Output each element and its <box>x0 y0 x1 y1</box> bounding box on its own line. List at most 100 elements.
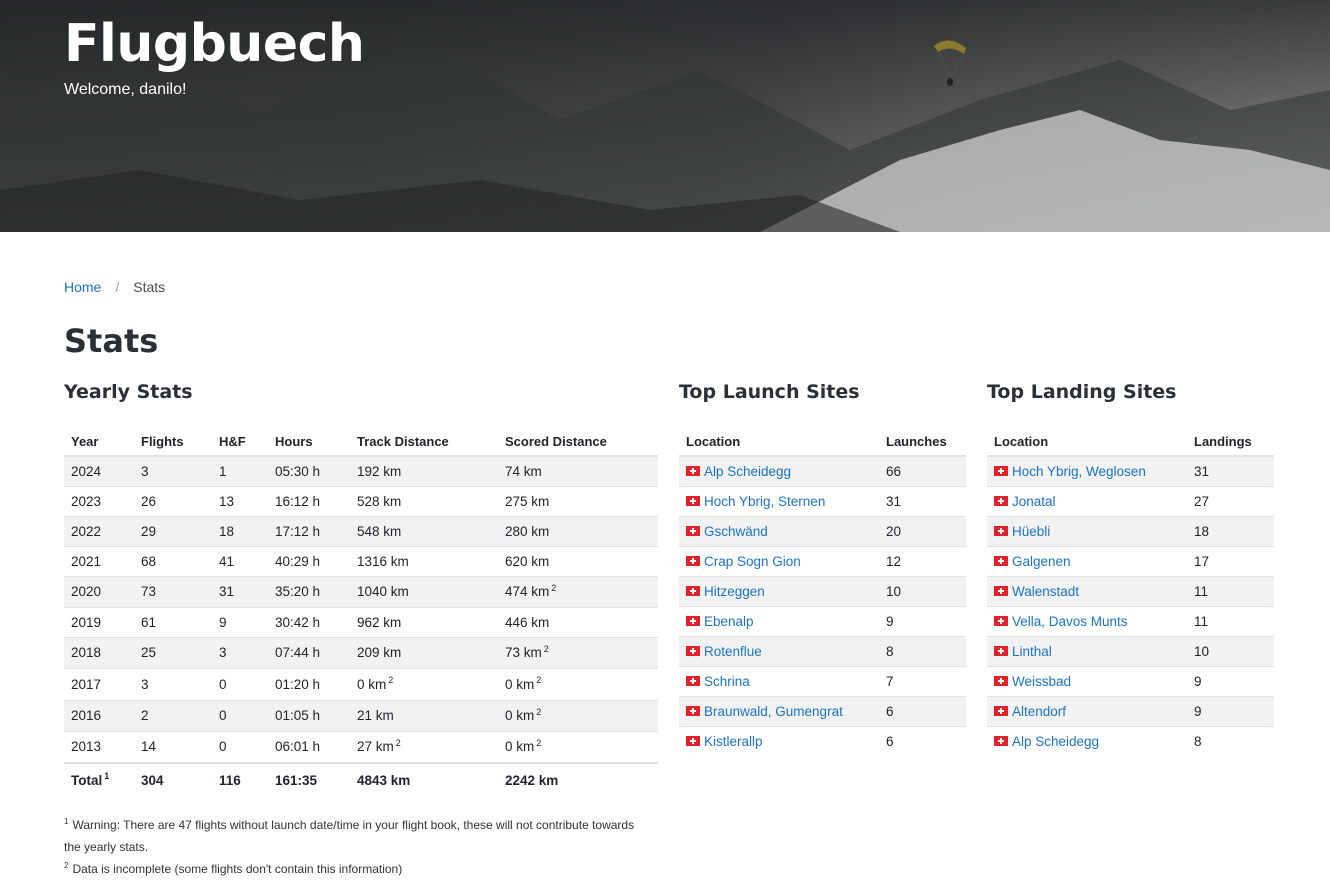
location-cell: Kistlerallp <box>679 725 879 756</box>
count-cell: 9 <box>1187 695 1274 726</box>
landing-site-row: Hüebli 18 <box>987 515 1274 546</box>
hours-cell: 17:12 h <box>268 515 350 546</box>
flights-cell: 73 <box>134 575 212 607</box>
yearly-row: 2022 29 18 17:12 h 548 km 280 km <box>64 515 658 546</box>
location-cell: Crap Sogn Gion <box>679 545 879 576</box>
swiss-flag-icon <box>994 465 1008 476</box>
yearly-row: 2017 3 0 01:20 h0 km 2 0 km 2 <box>64 667 658 700</box>
hours-cell: 40:29 h <box>268 545 350 576</box>
site-title: Flugbuech <box>64 14 365 74</box>
footnote-ref: 2 <box>536 675 542 685</box>
year-cell: 2023 <box>64 485 134 516</box>
location-cell: Jonatal <box>987 485 1187 516</box>
yearly-stats-title: Yearly Stats <box>64 381 193 403</box>
yearly-stats-table: Year Flights H&F Hours Track Distance Sc… <box>64 427 658 796</box>
footnote-ref: 2 <box>536 706 542 717</box>
hours-cell: 07:44 h <box>268 636 350 668</box>
year-cell: 2016 <box>64 699 134 731</box>
count-cell: 6 <box>879 695 966 726</box>
swiss-flag-icon <box>686 645 700 656</box>
hf-cell: 31 <box>212 575 268 607</box>
landing-site-row: Jonatal 27 <box>987 485 1274 516</box>
launch-site-link[interactable]: Hoch Ybrig, Sternen <box>704 494 825 509</box>
yearly-row: 2016 2 0 01:05 h 21 km 0 km 2 <box>64 699 658 731</box>
scored-cell: 0 km 2 <box>498 699 658 731</box>
landing-site-link[interactable]: Galgenen <box>1012 554 1071 569</box>
swiss-flag-icon <box>686 735 700 746</box>
hf-cell: 18 <box>212 515 268 546</box>
landing-site-link[interactable]: Hoch Ybrig, Weglosen <box>1012 464 1146 479</box>
swiss-flag-icon <box>994 525 1008 536</box>
scored-cell: 73 km 2 <box>498 636 658 668</box>
landing-site-link[interactable]: Vella, Davos Munts <box>1012 614 1128 629</box>
track-cell: 548 km <box>350 515 498 546</box>
scored-cell: 280 km <box>498 515 658 546</box>
swiss-flag-icon <box>994 645 1008 656</box>
count-cell: 20 <box>879 515 966 546</box>
yearly-row: 2019 61 9 30:42 h 962 km 446 km <box>64 606 658 637</box>
launch-site-link[interactable]: Gschwänd <box>704 524 768 539</box>
flights-cell: 68 <box>134 545 212 576</box>
breadcrumb-separator: / <box>115 279 120 295</box>
landing-site-link[interactable]: Weissbad <box>1012 674 1071 689</box>
location-cell: Hoch Ybrig, Sternen <box>679 485 879 516</box>
swiss-flag-icon <box>994 585 1008 596</box>
launch-site-link[interactable]: Braunwald, Gumengrat <box>704 704 843 719</box>
landing-site-link[interactable]: Hüebli <box>1012 524 1050 539</box>
landing-site-link[interactable]: Linthal <box>1012 644 1052 659</box>
launch-site-link[interactable]: Rotenflue <box>704 644 762 659</box>
header-location: Location <box>679 427 879 457</box>
count-cell: 11 <box>1187 605 1274 636</box>
hours-cell: 06:01 h <box>268 730 350 763</box>
landing-site-link[interactable]: Jonatal <box>1012 494 1056 509</box>
breadcrumb-current: Stats <box>133 279 166 295</box>
location-cell: Altendorf <box>987 695 1187 726</box>
count-cell: 18 <box>1187 515 1274 546</box>
landing-site-link[interactable]: Walenstadt <box>1012 584 1079 599</box>
launch-site-row: Hoch Ybrig, Sternen 31 <box>679 485 966 516</box>
swiss-flag-icon <box>994 675 1008 686</box>
location-cell: Braunwald, Gumengrat <box>679 695 879 726</box>
launch-site-link[interactable]: Crap Sogn Gion <box>704 554 801 569</box>
breadcrumb-home-link[interactable]: Home <box>64 279 101 295</box>
count-cell: 6 <box>879 725 966 756</box>
year-cell: 2020 <box>64 575 134 607</box>
location-cell: Hoch Ybrig, Weglosen <box>987 455 1187 486</box>
launch-site-row: Gschwänd 20 <box>679 515 966 546</box>
year-cell: 2024 <box>64 455 134 486</box>
location-cell: Linthal <box>987 635 1187 666</box>
launch-site-link[interactable]: Alp Scheidegg <box>704 464 791 479</box>
count-cell: 31 <box>879 485 966 516</box>
launch-site-link[interactable]: Hitzeggen <box>704 584 765 599</box>
location-cell: Rotenflue <box>679 635 879 666</box>
hf-cell: 13 <box>212 485 268 516</box>
count-cell: 31 <box>1187 455 1274 486</box>
scored-cell: 446 km <box>498 606 658 637</box>
launch-site-row: Hitzeggen 10 <box>679 575 966 606</box>
total-scored: 2242 km <box>498 762 658 796</box>
launch-site-link[interactable]: Ebenalp <box>704 614 754 629</box>
launch-site-row: Rotenflue 8 <box>679 635 966 666</box>
yearly-row: 2024 3 1 05:30 h 192 km 74 km <box>64 455 658 486</box>
hours-cell: 30:42 h <box>268 606 350 637</box>
header-flights: Flights <box>134 427 212 457</box>
launch-site-link[interactable]: Kistlerallp <box>704 734 763 749</box>
launch-sites-title: Top Launch Sites <box>679 381 860 403</box>
landing-site-row: Galgenen 17 <box>987 545 1274 576</box>
scored-cell: 474 km 2 <box>498 575 658 607</box>
location-cell: Ebenalp <box>679 605 879 636</box>
hf-cell: 0 <box>212 667 268 700</box>
total-hf: 116 <box>212 762 268 796</box>
hours-cell: 16:12 h <box>268 485 350 516</box>
count-cell: 9 <box>879 605 966 636</box>
launch-site-link[interactable]: Schrina <box>704 674 750 689</box>
landing-site-link[interactable]: Alp Scheidegg <box>1012 734 1099 749</box>
hf-cell: 0 <box>212 730 268 763</box>
count-cell: 11 <box>1187 575 1274 606</box>
hf-cell: 9 <box>212 606 268 637</box>
header-hf: H&F <box>212 427 268 457</box>
track-cell: 528 km <box>350 485 498 516</box>
landing-site-link[interactable]: Altendorf <box>1012 704 1066 719</box>
yearly-row: 2018 25 3 07:44 h 209 km 73 km 2 <box>64 636 658 668</box>
flights-cell: 3 <box>134 455 212 486</box>
